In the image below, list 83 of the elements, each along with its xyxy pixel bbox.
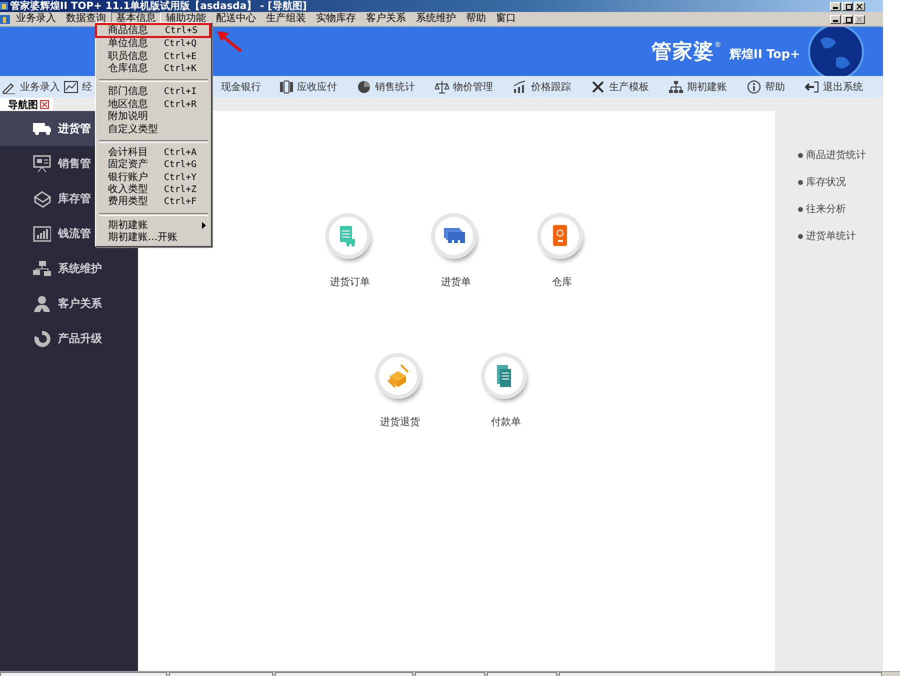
menu-item[interactable]: 银行账户 Ctrl+Y	[97, 172, 210, 184]
sidebar-item[interactable]: 系统维护	[0, 251, 138, 286]
menu-item[interactable]: 费用类型 Ctrl+F	[97, 196, 210, 209]
minimize-button[interactable]	[830, 14, 841, 24]
toolbar-label[interactable]: 业务录入	[20, 80, 60, 94]
sidebar-item[interactable]: 客户关系	[0, 286, 138, 321]
cards-icon[interactable]	[429, 211, 483, 265]
close-button[interactable]	[854, 14, 865, 24]
menu-item[interactable]: 辅助功能	[161, 12, 211, 26]
menu-item[interactable]: 配送中心	[211, 12, 261, 26]
menu-item[interactable]: 系统维护	[411, 12, 461, 26]
shortcut-label[interactable]: 付款单	[491, 415, 521, 429]
toolbar-label[interactable]: 经	[82, 80, 92, 94]
bullet-icon	[798, 234, 803, 238]
hierarchy-icon[interactable]	[669, 80, 683, 94]
menu-item[interactable]: 固定资产 Ctrl+G	[97, 159, 210, 172]
menu-item[interactable]: 数据查询	[61, 12, 111, 26]
toolbar-label[interactable]: 生产模板	[609, 80, 649, 94]
shortcut-label[interactable]: 进货订单	[330, 275, 370, 289]
pie-icon[interactable]	[357, 80, 371, 94]
report-link[interactable]: 进货单统计	[806, 229, 856, 243]
sidebar-item[interactable]: 产品升级	[0, 321, 138, 356]
menu-item[interactable]: 期初建账...开账	[97, 232, 210, 244]
menu-item[interactable]: 单位信息 Ctrl+Q	[97, 38, 210, 50]
report-link[interactable]: 商品进货统计	[806, 148, 866, 162]
scale-icon[interactable]	[435, 80, 449, 94]
menu-item[interactable]: 部门信息 Ctrl+I	[97, 86, 210, 99]
window-title: 管家婆辉煌II TOP+ 11.1单机版试用版【asdasda】 - [导航图]	[10, 2, 308, 10]
chart-icon[interactable]	[64, 80, 78, 94]
document-icon[interactable]	[479, 351, 533, 405]
tools-icon[interactable]	[591, 80, 605, 94]
bar-chart-icon	[33, 224, 51, 242]
door-icon[interactable]	[535, 211, 589, 265]
menu-item[interactable]: 帮助	[461, 12, 491, 26]
menu-item[interactable]: 会计科目 Ctrl+A	[97, 146, 210, 160]
menu-item[interactable]: 业务录入	[11, 12, 61, 26]
logo-text: 管家婆	[651, 38, 714, 65]
shortcut-label[interactable]: 进货单	[441, 275, 471, 289]
restore-button[interactable]	[842, 2, 853, 10]
menu-item[interactable]: 商品信息 Ctrl+S	[95, 23, 211, 38]
edition-text: 辉煌II Top+	[729, 46, 800, 63]
box-icon	[33, 190, 51, 208]
app-icon	[0, 2, 8, 10]
bullet-icon	[798, 206, 803, 212]
menu-item[interactable]: 地区信息 Ctrl+R	[97, 98, 210, 111]
shortcut-label[interactable]: 进货退货	[380, 415, 420, 429]
submenu-arrow-icon	[202, 222, 206, 230]
tab[interactable]: 导航图	[0, 98, 53, 111]
arrow-icon	[217, 29, 243, 53]
network-icon	[33, 260, 51, 278]
bar-chart-icon[interactable]	[513, 80, 527, 94]
menu-item[interactable]: 生产组装	[261, 12, 311, 26]
report-link[interactable]: 库存状况	[806, 175, 846, 189]
toolbar-label[interactable]: 价格跟踪	[531, 80, 571, 94]
toolbar-label[interactable]: 现金银行	[221, 80, 261, 94]
toolbar-label[interactable]: 退出系统	[823, 80, 863, 94]
toolbar-label[interactable]: 应收应付	[297, 80, 337, 94]
close-icon[interactable]	[40, 100, 49, 109]
menu-item[interactable]: 期初建账	[97, 220, 210, 232]
info-icon[interactable]	[747, 80, 761, 94]
menu-item[interactable]: 客户关系	[361, 12, 411, 26]
toolbar-label[interactable]: 帮助	[765, 80, 785, 94]
menu-item[interactable]: 收入类型 Ctrl+Z	[97, 184, 210, 196]
presentation-board-icon	[33, 154, 51, 172]
swirl-icon	[33, 330, 51, 348]
menu-item[interactable]: 实物库存	[311, 12, 361, 26]
close-button[interactable]	[854, 2, 865, 10]
globe-icon	[806, 27, 866, 76]
menu-item[interactable]: 仓库信息 Ctrl+K	[97, 62, 210, 76]
toolbar-label[interactable]: 销售统计	[375, 80, 415, 94]
toolbar-label[interactable]: 物价管理	[453, 80, 493, 94]
exit-icon[interactable]	[805, 80, 819, 94]
report-link[interactable]: 往来分析	[806, 202, 846, 216]
minimize-button[interactable]	[830, 2, 841, 10]
bullet-icon	[798, 152, 803, 158]
app-icon	[0, 14, 11, 24]
menu-item[interactable]: 窗口	[491, 12, 521, 26]
toolbar-label[interactable]: 期初建账	[687, 80, 727, 94]
bullet-icon	[798, 180, 803, 184]
shortcut-label[interactable]: 仓库	[552, 275, 572, 289]
menu-item[interactable]: 职员信息 Ctrl+E	[97, 50, 210, 63]
restore-button[interactable]	[842, 14, 853, 24]
person-icon	[33, 294, 51, 312]
